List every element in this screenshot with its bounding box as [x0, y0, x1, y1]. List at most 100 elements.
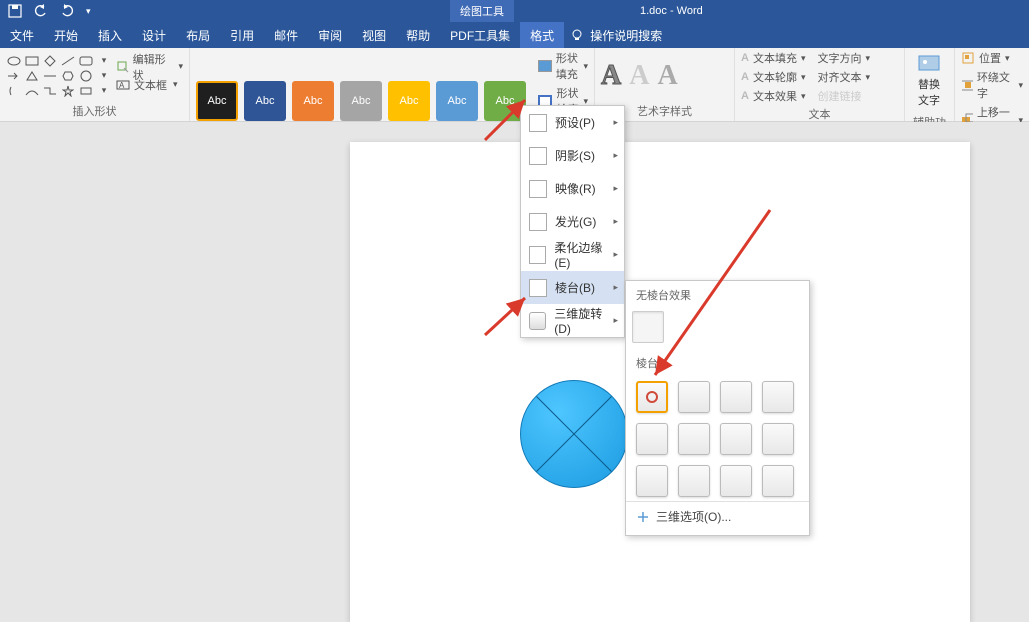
qat-more-icon[interactable]: ▾ [86, 6, 91, 17]
lightbulb-icon [570, 28, 584, 42]
edit-shape-button[interactable]: 编辑形状▾ [116, 59, 183, 75]
menu-item-glow[interactable]: 发光(G)▸ [521, 205, 624, 238]
shape-diamond-icon[interactable] [42, 54, 58, 68]
text-outline-button[interactable]: A文本轮廓▾ [741, 69, 805, 85]
options-icon [636, 510, 650, 524]
bevel-preset-12[interactable] [762, 465, 794, 497]
menu-item-reflection[interactable]: 映像(R)▸ [521, 172, 624, 205]
shape-line-icon[interactable] [60, 54, 76, 68]
menu-item-preset[interactable]: 预设(P)▸ [521, 106, 624, 139]
tell-me-search[interactable]: 操作说明搜索 [570, 27, 662, 44]
bevel-preset-7[interactable] [720, 423, 752, 455]
shape-rect2-icon[interactable] [78, 84, 94, 98]
bevel-preset-5[interactable] [636, 423, 668, 455]
tab-review[interactable]: 审阅 [308, 22, 352, 48]
tab-design[interactable]: 设计 [132, 22, 176, 48]
style-swatch-3[interactable]: Abc [292, 81, 334, 121]
menu-item-shadow[interactable]: 阴影(S)▸ [521, 139, 624, 172]
tab-view[interactable]: 视图 [352, 22, 396, 48]
shape-roundrect-icon[interactable] [78, 54, 94, 68]
bevel-preset-10[interactable] [678, 465, 710, 497]
shape-fill-button[interactable]: 形状填充▾ [538, 50, 588, 82]
bevel-preset-2[interactable] [678, 381, 710, 413]
3d-options-button[interactable]: 三维选项(O)... [626, 501, 809, 531]
bevel-preset-11[interactable] [720, 465, 752, 497]
tab-references[interactable]: 引用 [220, 22, 264, 48]
shape-circle-icon[interactable] [78, 69, 94, 83]
wrap-text-label: 环绕文字 [977, 69, 1015, 101]
bevel-preset-9[interactable] [636, 465, 668, 497]
shape-star-icon[interactable] [60, 84, 76, 98]
tab-layout[interactable]: 布局 [176, 22, 220, 48]
shape-curve-icon[interactable] [24, 84, 40, 98]
style-swatch-4[interactable]: Abc [340, 81, 382, 121]
align-text-button[interactable]: 对齐文本▾ [817, 69, 870, 85]
bevel-preset-3[interactable] [720, 381, 752, 413]
tab-file[interactable]: 文件 [0, 22, 44, 48]
shape-more2-icon[interactable]: ▾ [96, 69, 112, 83]
wrap-text-icon [961, 78, 973, 92]
text-box-icon: A [116, 78, 130, 92]
quick-access-toolbar: ▾ [0, 4, 91, 18]
shape-oval-icon[interactable] [6, 54, 22, 68]
shape-arrow2-icon[interactable] [42, 69, 58, 83]
shape-fill-label: 形状填充 [556, 50, 580, 82]
shape-style-gallery[interactable]: Abc Abc Abc Abc Abc Abc Abc [196, 81, 526, 121]
text-direction-button[interactable]: 文字方向▾ [817, 50, 870, 66]
wordart-gallery[interactable]: A A A [601, 60, 678, 92]
shape-rect-icon[interactable] [24, 54, 40, 68]
group-insert-shapes: ▾ ▾ ▾ 编辑形状▾ A [0, 48, 190, 121]
style-swatch-2[interactable]: Abc [244, 81, 286, 121]
text-fill-button[interactable]: A文本填充▾ [741, 50, 805, 66]
chevron-right-icon: ▸ [613, 282, 618, 293]
bevel-preset-6[interactable] [678, 423, 710, 455]
style-swatch-6[interactable]: Abc [436, 81, 478, 121]
text-box-button[interactable]: A 文本框▾ [116, 77, 183, 93]
tab-insert[interactable]: 插入 [88, 22, 132, 48]
style-swatch-1[interactable]: Abc [196, 81, 238, 121]
shape-arrow-icon[interactable] [6, 69, 22, 83]
text-effects-button[interactable]: A文本效果▾ [741, 88, 805, 104]
selected-shape-circle[interactable] [520, 380, 628, 488]
shape-connector-icon[interactable] [42, 84, 58, 98]
shape-hex-icon[interactable] [60, 69, 76, 83]
tab-pdf-tools[interactable]: PDF工具集 [440, 22, 520, 48]
bevel-preset-8[interactable] [762, 423, 794, 455]
style-swatch-5[interactable]: Abc [388, 81, 430, 121]
menu-item-shadow-label: 阴影(S) [555, 147, 595, 164]
menu-item-bevel-label: 棱台(B) [555, 279, 595, 296]
alt-text-button[interactable]: 替换 文字 [911, 50, 947, 112]
wordart-style-2[interactable]: A [629, 60, 649, 92]
tab-help[interactable]: 帮助 [396, 22, 440, 48]
tab-format[interactable]: 格式 [520, 22, 564, 48]
alt-text-label-2: 文字 [918, 92, 940, 108]
shapes-gallery[interactable]: ▾ ▾ ▾ [6, 54, 112, 98]
create-link-button[interactable]: 创建链接 [817, 88, 870, 104]
menu-item-bevel[interactable]: 棱台(B) ▸ [521, 271, 624, 304]
bevel-preset-1[interactable] [636, 381, 668, 413]
shape-more-icon[interactable]: ▾ [96, 54, 112, 68]
group-accessibility: 替换 文字 辅助功能 [905, 48, 955, 121]
position-button[interactable]: 位置▾ [961, 50, 1023, 66]
undo-icon[interactable] [34, 4, 48, 18]
menu-item-3d-rotation[interactable]: 三维旋转(D)▸ [521, 304, 624, 337]
wordart-style-1[interactable]: A [601, 60, 621, 92]
group-label-text: 文本 [741, 104, 898, 124]
tab-home[interactable]: 开始 [44, 22, 88, 48]
bevel-preset-4[interactable] [762, 381, 794, 413]
redo-icon[interactable] [60, 4, 74, 18]
bevel-icon [529, 279, 547, 297]
tab-mailings[interactable]: 邮件 [264, 22, 308, 48]
rotation-3d-icon [529, 312, 546, 330]
wrap-text-button[interactable]: 环绕文字▾ [961, 69, 1023, 101]
bevel-none-button[interactable] [632, 311, 664, 343]
shape-bracket-icon[interactable] [6, 84, 22, 98]
contextual-tab-label: 绘图工具 [450, 0, 514, 22]
shape-more3-icon[interactable]: ▾ [96, 84, 112, 98]
wordart-style-3[interactable]: A [657, 60, 677, 92]
menu-item-soft-edges-label: 柔化边缘(E) [554, 239, 616, 270]
menu-item-soft-edges[interactable]: 柔化边缘(E)▸ [521, 238, 624, 271]
save-icon[interactable] [8, 4, 22, 18]
group-text: A文本填充▾ A文本轮廓▾ A文本效果▾ 文字方向▾ 对齐文本▾ 创建链接 文本 [735, 48, 905, 121]
shape-triangle-icon[interactable] [24, 69, 40, 83]
